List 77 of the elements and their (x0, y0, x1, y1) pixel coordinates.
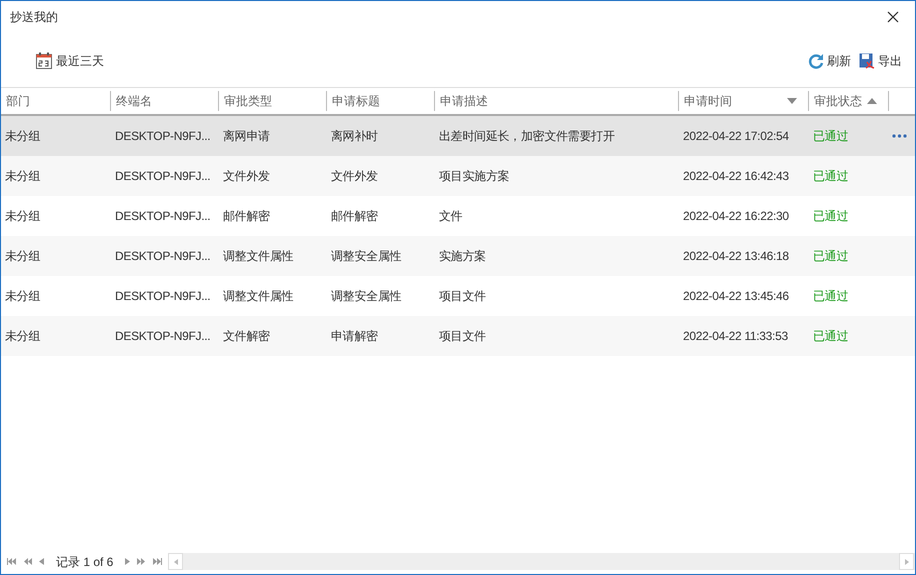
table-cell: 文件外发 (331, 169, 378, 183)
table-cell: 调整安全属性 (331, 249, 402, 263)
table-cell: 2022-04-22 11:33:53 (683, 329, 788, 343)
table-row[interactable]: 未分组 DESKTOP-N9FJ... 离网申请 离网补时 出差时间延长，加密文件需要打开 2022-04-22 17:02:54 已通过 (1, 116, 915, 156)
table-cell: 调整文件属性 (223, 249, 294, 263)
table-cell: DESKTOP-N9FJ... (115, 129, 210, 143)
scroll-left-button[interactable] (168, 553, 184, 570)
refresh-button[interactable]: 刷新 (808, 52, 851, 70)
close-button[interactable] (887, 10, 901, 24)
table-cell: 未分组 (5, 169, 40, 183)
next-page-icon[interactable] (125, 558, 130, 565)
table-cell: DESKTOP-N9FJ... (115, 209, 210, 223)
table-cell: 实施方案 (439, 249, 486, 263)
table-cell: 未分组 (5, 129, 40, 143)
table-cell: 文件外发 (223, 169, 270, 183)
column-header[interactable]: 申请描述 (435, 91, 679, 111)
horizontal-scrollbar[interactable] (168, 553, 915, 570)
table-cell: 离网补时 (331, 129, 378, 143)
column-header[interactable]: 审批状态 (809, 91, 889, 111)
table-cell: DESKTOP-N9FJ... (115, 289, 210, 303)
calendar-icon (36, 52, 52, 69)
table-cell: 未分组 (5, 209, 40, 223)
previous-page-group-icon[interactable] (23, 558, 32, 565)
table-row[interactable]: 未分组 DESKTOP-N9FJ... 文件外发 文件外发 项目实施方案 2022-04-22 16:42:43 已通过 (1, 156, 915, 196)
column-header[interactable]: 申请标题 (327, 91, 435, 111)
table-cell: 邮件解密 (331, 209, 378, 223)
table-cell: 文件 (439, 209, 462, 223)
refresh-icon (808, 52, 824, 68)
table-cell: 申请解密 (331, 329, 378, 343)
sort-ascending-icon[interactable] (867, 98, 877, 104)
table-cell: 2022-04-22 13:45:46 (683, 289, 789, 303)
last-page-icon[interactable] (153, 558, 162, 565)
status-text: 已通过 (813, 129, 848, 143)
table-cell: 未分组 (5, 329, 40, 343)
column-header[interactable]: 申请时间 (679, 91, 809, 111)
table-cell: 2022-04-22 13:46:18 (683, 249, 789, 263)
table-cell: 2022-04-22 16:22:30 (683, 209, 789, 223)
table-cell: 调整文件属性 (223, 289, 294, 303)
column-header[interactable]: 部门 (1, 91, 111, 111)
save-pdf-icon (859, 52, 875, 68)
table-cell: DESKTOP-N9FJ... (115, 249, 210, 263)
sort-descending-icon[interactable] (787, 98, 797, 104)
left-arrow-icon (174, 558, 178, 564)
table-row[interactable]: 未分组 DESKTOP-N9FJ... 调整文件属性 调整安全属性 实施方案 2022-04-22 13:46:18 已通过 (1, 236, 915, 276)
table-cell: DESKTOP-N9FJ... (115, 329, 210, 343)
column-header[interactable]: 审批类型 (219, 91, 327, 111)
status-text: 已通过 (813, 209, 848, 223)
table-cell: 项目文件 (439, 289, 486, 303)
status-text: 已通过 (813, 249, 848, 263)
more-icon (892, 134, 906, 138)
table-cell: 出差时间延长，加密文件需要打开 (439, 129, 615, 143)
scroll-right-button[interactable] (899, 553, 914, 570)
export-button[interactable]: 导出 (859, 52, 902, 70)
date-range-button[interactable]: 最近三天 (36, 52, 104, 70)
right-arrow-icon (904, 558, 908, 564)
status-text: 已通过 (813, 169, 848, 183)
record-counter: 记录 1 of 6 (56, 554, 114, 570)
table-cell: 2022-04-22 16:42:43 (683, 169, 789, 183)
table-cell: 调整安全属性 (331, 289, 402, 303)
next-page-group-icon[interactable] (137, 558, 146, 565)
previous-page-icon[interactable] (39, 558, 44, 565)
first-page-icon[interactable] (7, 558, 16, 565)
table-cell: 邮件解密 (223, 209, 270, 223)
table-cell: 项目文件 (439, 329, 486, 343)
table-cell: 未分组 (5, 289, 40, 303)
status-text: 已通过 (813, 289, 848, 303)
window-title: 抄送我的 (10, 9, 58, 26)
status-text: 已通过 (813, 329, 848, 343)
table-cell: DESKTOP-N9FJ... (115, 169, 210, 183)
table-row[interactable]: 未分组 DESKTOP-N9FJ... 文件解密 申请解密 项目文件 2022-04-22 11:33:53 已通过 (1, 316, 915, 356)
table-cell: 项目实施方案 (439, 169, 510, 183)
close-icon (887, 11, 899, 23)
column-header[interactable]: 终端名 (111, 91, 219, 111)
table-cell: 文件解密 (223, 329, 270, 343)
table-cell: 离网申请 (223, 129, 270, 143)
table-cell: 未分组 (5, 249, 40, 263)
table-cell: 2022-04-22 17:02:54 (683, 129, 789, 143)
